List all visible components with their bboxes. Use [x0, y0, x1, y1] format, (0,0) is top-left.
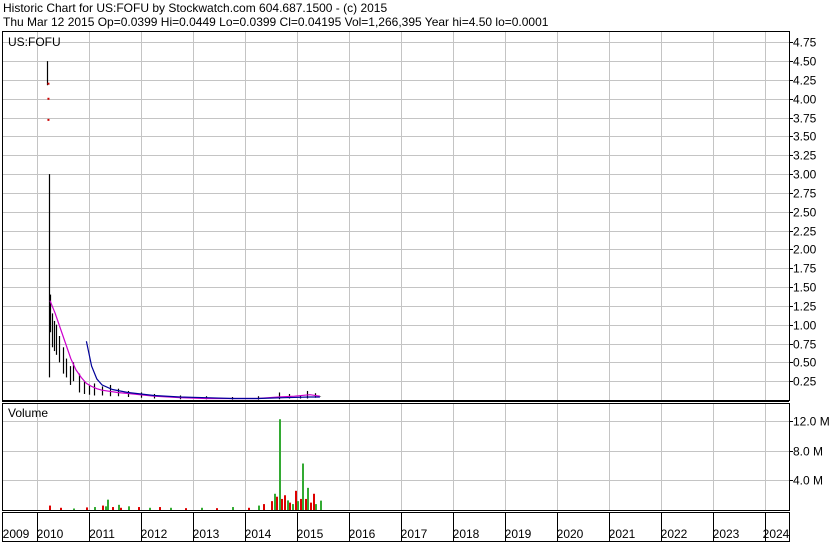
volume-bar-down: [310, 502, 312, 510]
volume-bar-up: [302, 463, 304, 510]
volume-bar-down: [305, 498, 307, 510]
volume-tick-label: 12.0 M: [793, 415, 830, 429]
volume-bar-up: [315, 504, 317, 510]
price-tick-label: 2.75: [793, 187, 817, 201]
volume-bar-up: [307, 487, 309, 510]
price-tick-label: 3.75: [793, 112, 817, 126]
price-tick-label: 2.00: [793, 243, 817, 257]
year-label: 2024: [763, 527, 790, 541]
price-tick-label: 1.25: [793, 300, 817, 314]
year-label: 2017: [401, 527, 428, 541]
price-panel-frame: [2, 31, 790, 401]
volume-bar-down: [120, 507, 122, 510]
volume-bar-up: [258, 505, 260, 510]
moving-average-lines: [49, 300, 320, 400]
volume-bar-up: [105, 506, 107, 510]
price-grid: [2, 42, 793, 382]
volume-bar-down: [216, 508, 218, 510]
volume-bar-down: [185, 508, 187, 510]
year-label: 2019: [505, 527, 532, 541]
volume-bar-up: [73, 508, 75, 510]
volume-panel-title: Volume: [8, 406, 48, 420]
time-grid: [37, 31, 766, 541]
year-label: 2014: [245, 527, 272, 541]
chart-frames: [2, 31, 790, 542]
moving-average-short-line: [49, 300, 320, 400]
year-label: 2011: [89, 527, 115, 541]
volume-bar-up: [201, 507, 203, 510]
year-label: 2023: [713, 527, 740, 541]
stock-chart: 0.25 0.50 0.75 1.00 1.25 1.50 1.75 2.00 2.25 2.50…: [2, 31, 830, 542]
price-marker: [47, 97, 50, 100]
volume-bar-up: [287, 500, 289, 510]
volume-bar-down: [49, 505, 51, 510]
volume-tick-label: 8.0 M: [793, 445, 823, 459]
volume-bar-up: [118, 504, 120, 510]
volume-bar-down: [112, 507, 114, 510]
price-tick-label: 2.50: [793, 206, 817, 220]
year-label: 2012: [141, 527, 168, 541]
volume-grid: [2, 421, 793, 481]
price-marker: [47, 118, 50, 121]
volume-axis-labels: 4.0 M 8.0 M 12.0 M: [793, 415, 830, 488]
volume-bar-down: [284, 495, 286, 510]
price-tick-label: 0.75: [793, 338, 817, 352]
year-label: 2021: [609, 527, 636, 541]
volume-bar-down: [276, 496, 278, 510]
volume-bar-down: [248, 507, 250, 510]
price-tick-label: 1.50: [793, 281, 817, 295]
volume-bar-down: [263, 504, 265, 510]
volume-bar-up: [292, 504, 294, 510]
volume-bar-up: [107, 499, 109, 510]
volume-tick-label: 4.0 M: [793, 474, 823, 488]
price-tick-label: 1.00: [793, 319, 817, 333]
volume-bar-down: [86, 507, 88, 510]
price-tick-label: 2.25: [793, 225, 817, 239]
price-tick-label: 4.75: [793, 36, 817, 50]
volume-bar-up: [297, 501, 299, 510]
year-label: 2013: [193, 527, 220, 541]
volume-bar-down: [138, 507, 140, 510]
year-label: 2018: [453, 527, 480, 541]
price-axis-labels: 0.25 0.50 0.75 1.00 1.25 1.50 1.75 2.00 2.25 2.50…: [793, 36, 817, 389]
volume-bar-up: [320, 500, 322, 510]
volume-bar-down: [295, 490, 297, 510]
price-markers: [47, 82, 50, 121]
price-marker: [47, 82, 50, 85]
time-axis-labels: 2009 2010 2011 2012 2013 2014 2015 2016 2017 2018…: [3, 527, 790, 541]
price-panel-title: US:FOFU: [8, 35, 61, 49]
year-label: 2016: [349, 527, 376, 541]
year-label: 2020: [557, 527, 584, 541]
volume-panel-frame: [2, 403, 790, 511]
volume-bar-down: [60, 507, 62, 510]
volume-bar-up: [149, 507, 151, 510]
price-tick-label: 3.00: [793, 168, 817, 182]
volume-bar-up: [128, 506, 130, 510]
price-tick-label: 3.25: [793, 149, 817, 163]
volume-bar-down: [289, 502, 291, 510]
volume-bar-down: [300, 498, 302, 510]
price-tick-label: 0.25: [793, 375, 817, 389]
volume-bar-up: [94, 507, 96, 510]
year-label: 2009: [3, 527, 30, 541]
price-tick-label: 1.75: [793, 262, 817, 276]
year-label: 2022: [661, 527, 688, 541]
volume-bar-down: [159, 507, 161, 510]
volume-bar-up: [279, 419, 281, 510]
year-label: 2010: [37, 527, 64, 541]
price-tick-label: 4.25: [793, 74, 817, 88]
price-tick-label: 4.00: [793, 93, 817, 107]
volume-bar-down: [102, 505, 104, 510]
price-tick-label: 0.50: [793, 356, 817, 370]
moving-average-long-line: [85, 341, 320, 400]
volume-bar-down: [271, 501, 273, 510]
volume-bar-down: [281, 498, 283, 510]
volume-bar-down: [313, 493, 315, 510]
year-label: 2015: [297, 527, 324, 541]
volume-bar-up: [274, 493, 276, 510]
volume-bar-up: [232, 507, 234, 510]
price-tick-label: 4.50: [793, 55, 817, 69]
price-tick-label: 3.50: [793, 130, 817, 144]
volume-bar-up: [170, 507, 172, 510]
